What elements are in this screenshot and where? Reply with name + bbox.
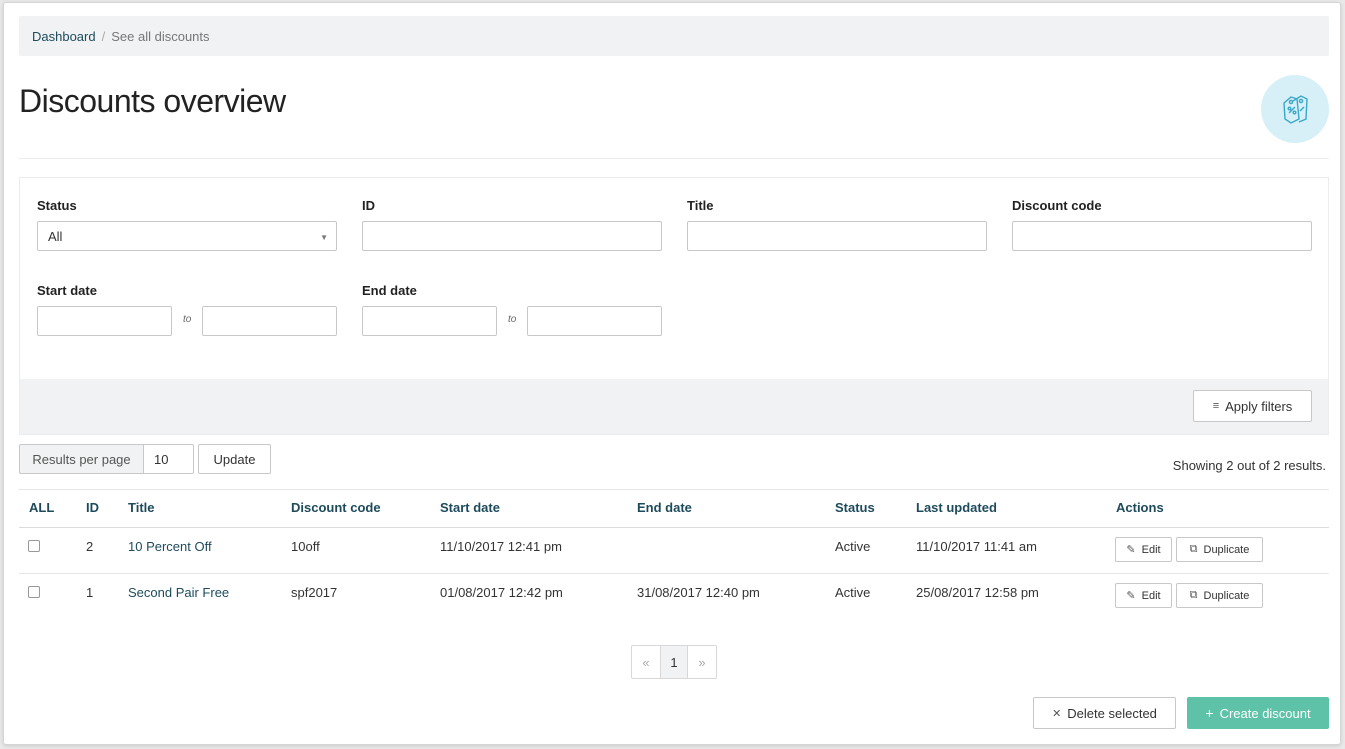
duplicate-button[interactable]: ⧉ Duplicate <box>1176 583 1263 608</box>
start-date-from-input[interactable] <box>37 306 172 336</box>
row-end-date: 31/08/2017 12:40 pm <box>637 585 760 600</box>
duplicate-button[interactable]: ⧉ Duplicate <box>1176 537 1263 562</box>
title-filter-input[interactable] <box>687 221 987 251</box>
copy-icon: ⧉ <box>1189 543 1198 555</box>
edit-button[interactable]: ✎ Edit <box>1115 583 1172 608</box>
end-date-from-input[interactable] <box>362 306 497 336</box>
status-filter-value: All <box>48 228 63 244</box>
apply-filters-button[interactable]: ≡ Apply filters <box>1193 390 1312 422</box>
column-header-discount-code: Discount code <box>291 500 381 515</box>
duplicate-button-label: Duplicate <box>1203 589 1250 602</box>
create-discount-label: Create discount <box>1219 705 1311 721</box>
id-filter-input[interactable] <box>362 221 662 251</box>
row-last-updated: 11/10/2017 11:41 am <box>916 539 1037 554</box>
results-per-page-label: Results per page <box>19 444 143 474</box>
row-id: 1 <box>86 585 94 600</box>
plus-icon: + <box>1205 705 1214 721</box>
id-filter-label: ID <box>362 198 375 213</box>
row-title-link[interactable]: 10 Percent Off <box>128 539 212 554</box>
row-discount-code: 10off <box>291 539 320 554</box>
update-button[interactable]: Update <box>198 444 271 474</box>
row-status: Active <box>835 539 871 554</box>
start-date-to-label: to <box>183 314 192 325</box>
column-header-last-updated: Last updated <box>916 500 997 515</box>
filter-footer: ≡ Apply filters <box>20 379 1328 434</box>
edit-button[interactable]: ✎ Edit <box>1115 537 1172 562</box>
status-filter-label: Status <box>37 198 77 213</box>
duplicate-button-label: Duplicate <box>1203 543 1250 556</box>
row-select-checkbox[interactable] <box>28 586 40 598</box>
table-top-border <box>19 489 1329 490</box>
pencil-icon: ✎ <box>1126 590 1136 602</box>
edit-button-label: Edit <box>1141 589 1161 602</box>
row-id: 2 <box>86 539 94 554</box>
breadcrumb-separator: / <box>101 28 106 44</box>
column-header-end-date: End date <box>637 500 692 515</box>
results-per-page-input[interactable] <box>143 444 194 474</box>
close-icon: ✕ <box>1052 707 1062 720</box>
results-count: Showing 2 out of 2 results. <box>1172 458 1326 473</box>
pagination-next-button[interactable]: » <box>688 646 716 678</box>
pagination: « 1 » <box>631 645 717 679</box>
discount-code-filter-label: Discount code <box>1012 198 1102 213</box>
start-date-filter-label: Start date <box>37 283 97 298</box>
start-date-to-input[interactable] <box>202 306 337 336</box>
column-header-status: Status <box>835 500 875 515</box>
row-title-link[interactable]: Second Pair Free <box>128 585 229 600</box>
pagination-prev-button[interactable]: « <box>632 646 660 678</box>
column-header-start-date: Start date <box>440 500 500 515</box>
column-header-id: ID <box>86 500 99 515</box>
app-frame: Dashboard / See all discounts Discounts … <box>3 2 1341 745</box>
end-date-to-label: to <box>508 314 517 325</box>
chevron-down-icon: ▼ <box>320 233 328 242</box>
page-title: Discounts overview <box>19 83 286 119</box>
column-header-title: Title <box>128 500 155 515</box>
row-select-checkbox[interactable] <box>28 540 40 552</box>
price-tags-icon <box>1261 75 1329 143</box>
row-start-date: 01/08/2017 12:42 pm <box>440 585 563 600</box>
row-discount-code: spf2017 <box>291 585 338 600</box>
status-filter-select[interactable]: All ▼ <box>37 221 337 251</box>
update-button-label: Update <box>213 451 256 467</box>
copy-icon: ⧉ <box>1189 589 1198 601</box>
row-last-updated: 25/08/2017 12:58 pm <box>916 585 1039 600</box>
breadcrumb-current: See all discounts <box>111 28 210 44</box>
title-filter-label: Title <box>687 198 714 213</box>
row-divider <box>19 573 1329 574</box>
edit-button-label: Edit <box>1141 543 1161 556</box>
create-discount-button[interactable]: + Create discount <box>1187 697 1329 729</box>
end-date-to-input[interactable] <box>527 306 662 336</box>
row-status: Active <box>835 585 871 600</box>
end-date-filter-label: End date <box>362 283 417 298</box>
delete-selected-label: Delete selected <box>1067 705 1157 721</box>
table-header-border <box>19 527 1329 528</box>
filter-icon: ≡ <box>1212 400 1220 412</box>
apply-filters-label: Apply filters <box>1225 398 1293 414</box>
row-start-date: 11/10/2017 12:41 pm <box>440 539 562 554</box>
discount-code-filter-input[interactable] <box>1012 221 1312 251</box>
pencil-icon: ✎ <box>1126 544 1136 556</box>
filter-panel: Status All ▼ ID Title Discount code Star… <box>19 177 1329 435</box>
breadcrumb-dashboard-link[interactable]: Dashboard <box>32 29 96 44</box>
delete-selected-button[interactable]: ✕ Delete selected <box>1033 697 1176 729</box>
column-header-all[interactable]: ALL <box>29 500 54 515</box>
column-header-actions: Actions <box>1116 500 1164 515</box>
pagination-page-1[interactable]: 1 <box>660 646 688 678</box>
title-divider <box>19 158 1329 159</box>
breadcrumb: Dashboard / See all discounts <box>19 16 1329 56</box>
